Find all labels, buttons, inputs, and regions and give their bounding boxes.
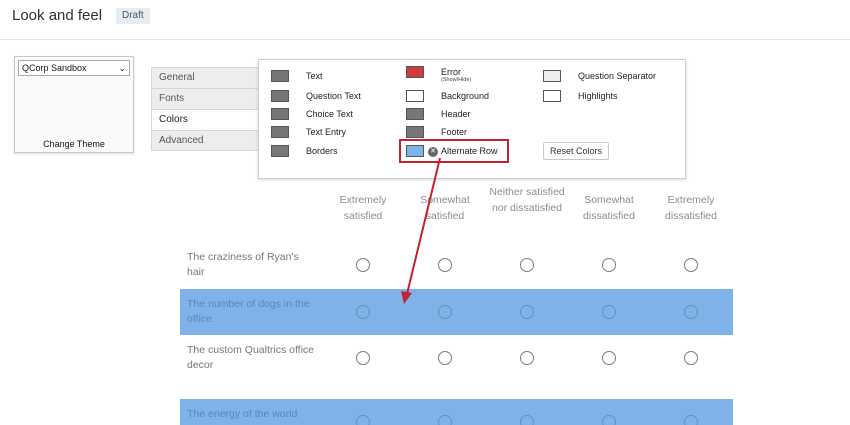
status-badge: Draft xyxy=(116,8,150,24)
borders-color-swatch[interactable] xyxy=(271,145,289,157)
background-color-swatch[interactable] xyxy=(406,90,424,102)
radio-option[interactable] xyxy=(684,351,698,365)
chevron-down-icon: ⌄ xyxy=(118,63,126,73)
reset-colors-button[interactable]: Reset Colors xyxy=(543,142,610,160)
row-label: The craziness of Ryan's hair xyxy=(187,251,299,278)
radio-option[interactable] xyxy=(520,305,534,319)
question-separator-color-swatch[interactable] xyxy=(543,70,561,82)
error-show-hide-label: (Show/Hide) xyxy=(441,77,472,83)
color-settings-panel: Text Question Text Choice Text Text Entr… xyxy=(258,59,686,179)
column-header: Extremely dissatisfied xyxy=(665,194,717,222)
matrix-row-alternate: The number of dogs in the office xyxy=(180,289,733,335)
theme-select-value: QCorp Sandbox xyxy=(22,63,87,73)
theme-select[interactable]: QCorp Sandbox ⌄ xyxy=(18,60,130,76)
theme-preview: QCorp Sandbox ⌄ Change Theme xyxy=(14,56,134,153)
tab-general[interactable]: General xyxy=(151,67,259,88)
footer-color-swatch[interactable] xyxy=(406,126,424,138)
borders-color-label: Borders xyxy=(306,146,338,156)
matrix-row: The craziness of Ryan's hair xyxy=(180,242,733,288)
choice-text-color-swatch[interactable] xyxy=(271,108,289,120)
page-title: Look and feel xyxy=(12,7,103,24)
header-color-label: Header xyxy=(441,109,471,119)
radio-option[interactable] xyxy=(520,351,534,365)
radio-option[interactable] xyxy=(438,415,452,425)
highlights-color-swatch[interactable] xyxy=(543,90,561,102)
radio-option[interactable] xyxy=(356,305,370,319)
radio-option[interactable] xyxy=(684,258,698,272)
matrix-row-alternate: The energy of the world xyxy=(180,399,733,425)
column-header: Somewhat dissatisfied xyxy=(583,194,635,222)
question-separator-color-label: Question Separator xyxy=(578,71,657,81)
background-color-label: Background xyxy=(441,91,490,101)
radio-option[interactable] xyxy=(356,258,370,272)
tab-advanced[interactable]: Advanced xyxy=(151,130,259,151)
radio-option[interactable] xyxy=(684,415,698,425)
column-header: Neither satisfied nor dissatisfied xyxy=(489,186,565,214)
radio-option[interactable] xyxy=(602,351,616,365)
radio-option[interactable] xyxy=(356,351,370,365)
settings-tabs: General Fonts Colors Advanced xyxy=(151,67,259,151)
row-label: The number of dogs in the office xyxy=(187,298,310,325)
column-header: Extremely satisfied xyxy=(339,194,387,222)
text-color-label: Text xyxy=(306,71,323,81)
radio-option[interactable] xyxy=(602,305,616,319)
change-theme-button[interactable]: Change Theme xyxy=(15,139,133,149)
row-label: The energy of the world xyxy=(187,408,298,420)
tab-colors[interactable]: Colors xyxy=(151,109,259,130)
footer-color-label: Footer xyxy=(441,127,468,137)
text-entry-color-swatch[interactable] xyxy=(271,126,289,138)
page-header: Look and feel Draft xyxy=(0,0,850,40)
alternate-row-highlight xyxy=(399,139,509,163)
tab-fonts[interactable]: Fonts xyxy=(151,88,259,109)
radio-option[interactable] xyxy=(438,258,452,272)
radio-option[interactable] xyxy=(520,258,534,272)
column-header: Somewhat satisfied xyxy=(420,194,470,222)
highlights-color-label: Highlights xyxy=(578,91,618,101)
radio-option[interactable] xyxy=(520,415,534,425)
question-text-color-label: Question Text xyxy=(306,91,361,101)
matrix-row: The custom Qualtrics office decor xyxy=(180,335,733,381)
row-label: The custom Qualtrics office decor xyxy=(187,344,315,371)
radio-option[interactable] xyxy=(356,415,370,425)
header-color-swatch[interactable] xyxy=(406,108,424,120)
radio-option[interactable] xyxy=(602,258,616,272)
radio-option[interactable] xyxy=(438,351,452,365)
error-color-swatch[interactable] xyxy=(406,66,424,78)
radio-option[interactable] xyxy=(438,305,452,319)
text-color-swatch[interactable] xyxy=(271,70,289,82)
radio-option[interactable] xyxy=(602,415,616,425)
choice-text-color-label: Choice Text xyxy=(306,109,353,119)
question-text-color-swatch[interactable] xyxy=(271,90,289,102)
radio-option[interactable] xyxy=(684,305,698,319)
text-entry-color-label: Text Entry xyxy=(306,127,347,137)
